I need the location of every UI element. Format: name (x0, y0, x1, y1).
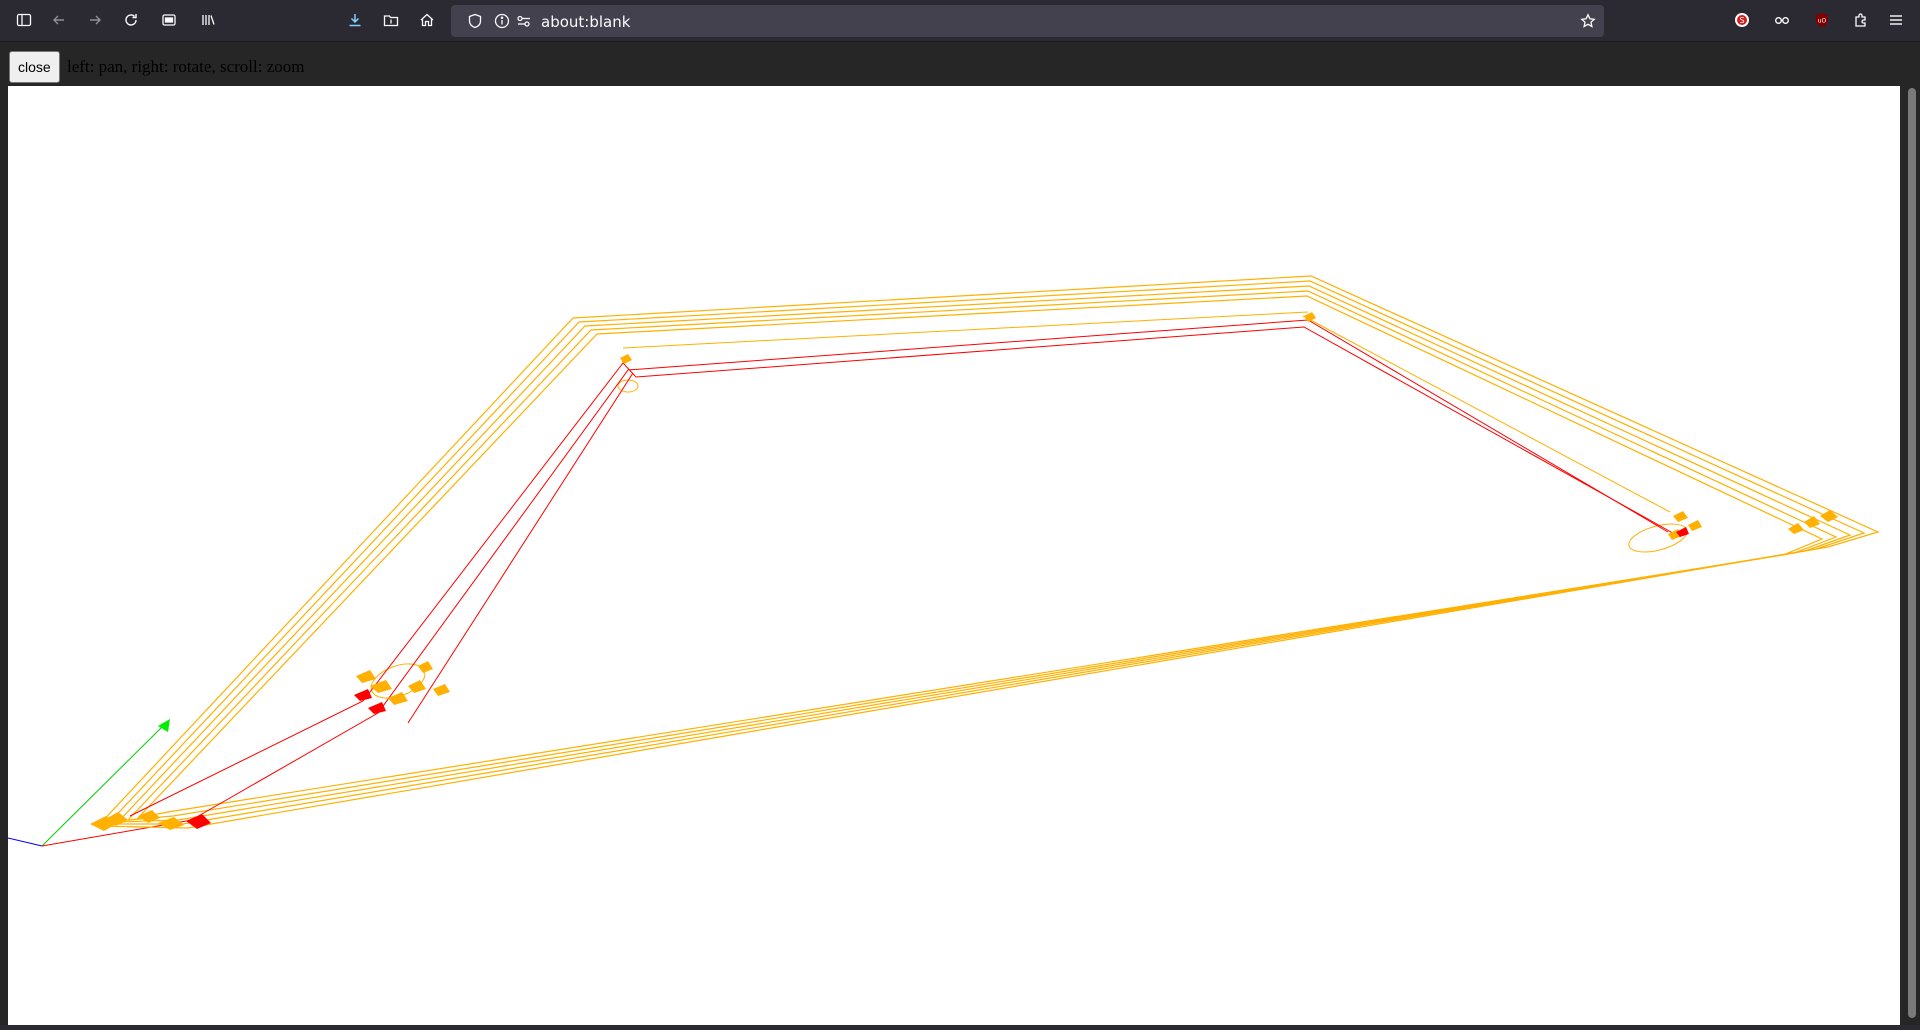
library-icon[interactable] (196, 8, 220, 32)
site-info-icon[interactable] (494, 13, 510, 29)
contour-path-4 (126, 290, 1838, 821)
path-markers (90, 312, 1838, 831)
bookmark-star-icon[interactable] (1580, 13, 1596, 29)
marker-mid-5 (418, 661, 433, 673)
pocket-icon[interactable] (157, 8, 181, 32)
reload-icon[interactable] (119, 8, 143, 32)
scrollbar-thumb[interactable] (1908, 88, 1916, 1018)
marker-corner-2 (1804, 516, 1820, 528)
contour-path-5 (136, 295, 1824, 819)
svg-text:uO: uO (1818, 18, 1827, 25)
ublock-icon[interactable]: uO (1810, 8, 1834, 32)
close-button[interactable]: close (9, 51, 60, 83)
rapid-path-lift (407, 372, 634, 724)
retract-loop-top (617, 379, 639, 393)
svg-text:S: S (1739, 16, 1744, 25)
contour-path-1 (96, 275, 1880, 829)
permissions-icon[interactable] (516, 13, 532, 29)
toolpath-render (7, 275, 1880, 847)
plunge-marker-mid-2 (368, 702, 386, 714)
tracking-protection-shield-icon[interactable] (467, 13, 483, 29)
inner-top-edge (622, 311, 1309, 349)
back-icon[interactable] (47, 8, 71, 32)
marker-mid-6 (433, 684, 450, 696)
forward-icon[interactable] (83, 8, 107, 32)
url-text[interactable]: about:blank (541, 13, 630, 31)
marker-corner-4 (1673, 511, 1688, 522)
toolpath-contours (96, 275, 1880, 829)
browser-toolbar: about:blank S uO (0, 0, 1920, 42)
controls-hint: left: pan, right: rotate, scroll: zoom (67, 57, 305, 76)
plunge-marker-start (186, 814, 211, 829)
extensions-puzzle-icon[interactable] (1849, 8, 1873, 32)
toolpath-detail (370, 311, 1688, 699)
folder-icon[interactable] (379, 8, 403, 32)
marker-top-1 (620, 354, 632, 364)
download-icon[interactable] (343, 8, 367, 32)
z-axis-line (7, 837, 43, 847)
contour-path-3 (116, 285, 1852, 823)
page-content: close left: pan, right: rotate, scroll: … (0, 42, 1920, 1025)
3d-viewer-canvas[interactable] (7, 86, 1900, 1025)
y-axis-arrow-icon (158, 719, 170, 732)
extension-s-icon[interactable]: S (1730, 8, 1754, 32)
sidebar-icon[interactable] (12, 8, 36, 32)
rapid-path-inner (187, 319, 1669, 823)
marker-mid-4 (408, 680, 426, 693)
plunge-marker-mid-1 (354, 689, 372, 701)
extension-glasses-icon[interactable] (1770, 8, 1794, 32)
plunge-markers (186, 527, 1689, 829)
vertical-scrollbar[interactable] (1908, 88, 1916, 1018)
home-icon[interactable] (415, 8, 439, 32)
inner-right-edge (1302, 315, 1671, 513)
menu-icon[interactable] (1884, 8, 1908, 32)
url-bar[interactable]: about:blank (451, 5, 1604, 37)
marker-corner-5 (1688, 520, 1702, 531)
